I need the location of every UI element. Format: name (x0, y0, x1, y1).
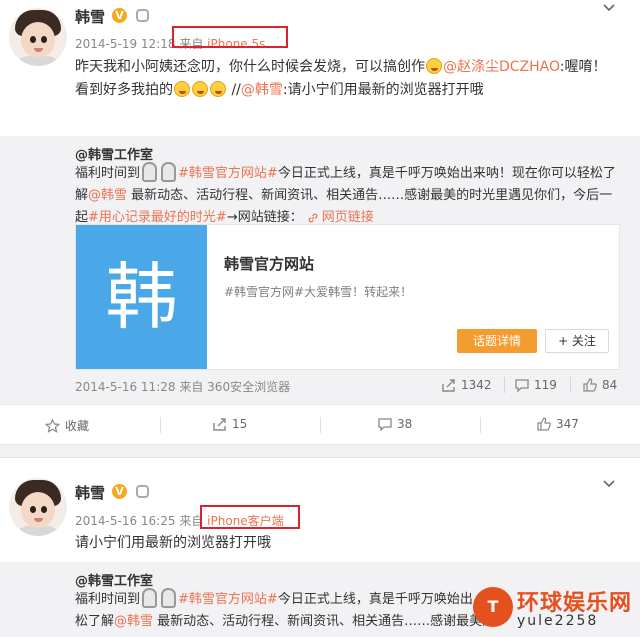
link-icon (308, 213, 318, 223)
mic-icon (161, 588, 177, 608)
emoji-icon (426, 58, 442, 74)
repost-text: 福利时间到 #韩雪官方网站#今日正式上线，真是千呼万唤始出来呐！现在你可以轻松了解… (75, 162, 625, 229)
repost-client[interactable]: 360安全浏览器 (207, 380, 290, 394)
watermark-logo: T (473, 587, 513, 627)
author-name[interactable]: 韩雪 (75, 482, 105, 503)
repost-button[interactable]: 15 (213, 417, 247, 431)
thumbs-up-icon (537, 417, 551, 431)
action-bar: 收藏 15 38 347 (0, 404, 640, 444)
watermark-url: yule2258 (517, 613, 599, 629)
comment-icon (378, 418, 392, 431)
post-text: 请小宁们用最新的浏览器打开哦 (75, 535, 271, 551)
emoji-icon (174, 81, 190, 97)
mention-link[interactable]: @韩雪 (88, 188, 127, 203)
like-button[interactable]: 347 (537, 417, 579, 431)
site-watermark: T 环球娱乐网 yule2258 (473, 583, 640, 637)
topic-link[interactable]: #韩雪官方网站# (178, 166, 278, 181)
emoji-icon (192, 81, 208, 97)
verified-icon: V (112, 484, 127, 499)
share-icon (213, 418, 226, 431)
comment-button[interactable]: 38 (378, 417, 412, 431)
author-avatar[interactable] (9, 478, 67, 536)
repost-count[interactable]: 1342 (442, 378, 492, 392)
post-time[interactable]: 2014-5-19 12:18 (75, 37, 176, 51)
highlight-box (200, 505, 300, 529)
emoji-icon (210, 81, 226, 97)
member-icon[interactable] (136, 485, 149, 498)
topic-link[interactable]: #韩雪官方网站# (178, 592, 278, 607)
thumbs-up-icon (583, 378, 597, 392)
topic-link[interactable]: #用心记录最好的时光# (88, 210, 227, 225)
comment-icon (515, 379, 529, 392)
follow-button[interactable]: + 关注 (545, 329, 609, 353)
member-icon[interactable] (136, 9, 149, 22)
weibo-post: 韩雪 V 2014-5-19 12:18 来自 iPhone 5s 昨天我和小阿… (0, 0, 640, 446)
card-description: #韩雪官方网#大爱韩雪！转起来！ (224, 285, 413, 299)
highlight-box (172, 26, 288, 48)
favorite-button[interactable]: 收藏 (45, 417, 89, 434)
chevron-down-icon[interactable] (603, 480, 615, 488)
post-text: 昨天我和小阿姨还念叨，你什么时候会发烧，可以搞创作 @赵涤尘DCZHAO:喔唷！看… (75, 58, 607, 98)
author-name[interactable]: 韩雪 (75, 6, 105, 27)
repost-author[interactable]: @韩雪工作室 (75, 144, 153, 163)
author-avatar[interactable] (9, 8, 67, 66)
repost-block: @韩雪工作室 福利时间到 #韩雪官方网站#今日正式上线，真是千呼万唤始出来呐！现在… (0, 136, 640, 404)
mic-icon (161, 162, 177, 182)
verified-icon: V (112, 8, 127, 23)
link-card[interactable]: 韩 韩雪官方网站 #韩雪官方网#大爱韩雪！转起来！ 话题详情 + 关注 (75, 224, 620, 370)
mention-link[interactable]: @韩雪 (241, 82, 283, 98)
mic-icon (142, 588, 158, 608)
star-icon (45, 419, 60, 433)
mic-icon (142, 162, 158, 182)
mention-link[interactable]: @赵涤尘DCZHAO (443, 59, 560, 75)
post-time[interactable]: 2014-5-16 16:25 (75, 514, 176, 528)
chevron-down-icon[interactable] (603, 4, 615, 12)
like-count[interactable]: 84 (583, 378, 617, 392)
web-link[interactable]: 网页链接 (303, 210, 374, 225)
share-icon (442, 379, 455, 392)
repost-meta: 2014-5-16 11:28 来自 360安全浏览器 (75, 380, 291, 394)
topic-detail-button[interactable]: 话题详情 (457, 329, 537, 353)
repost-time[interactable]: 2014-5-16 11:28 (75, 380, 176, 394)
post-divider (0, 444, 640, 458)
mention-link[interactable]: @韩雪 (114, 614, 153, 629)
card-thumbnail: 韩 (76, 225, 207, 369)
card-title[interactable]: 韩雪官方网站 (224, 253, 314, 274)
comment-count[interactable]: 119 (515, 378, 557, 392)
repost-author[interactable]: @韩雪工作室 (75, 570, 153, 589)
